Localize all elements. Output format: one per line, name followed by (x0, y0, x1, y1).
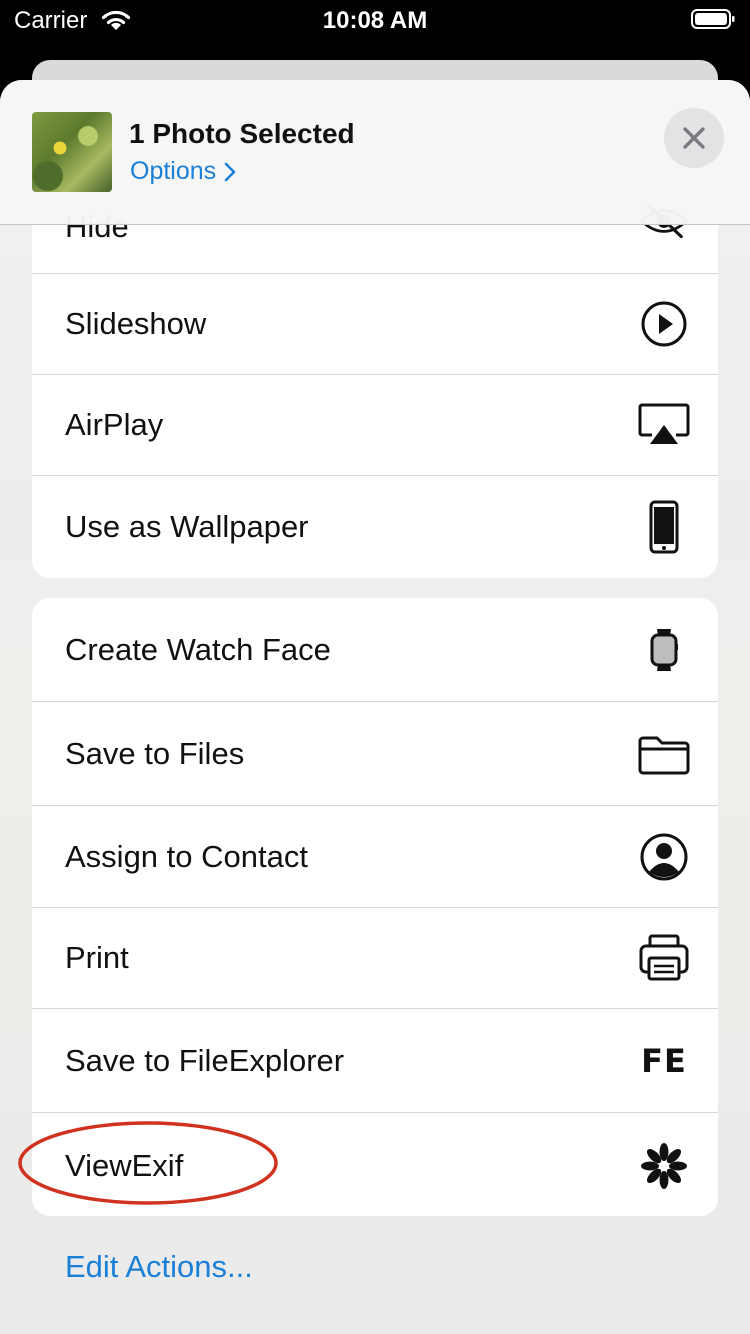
action-label: Print (65, 940, 129, 975)
selection-title: 1 Photo Selected (129, 118, 355, 149)
close-icon (683, 127, 705, 149)
edit-actions-link[interactable]: Edit Actions... (65, 1249, 253, 1285)
action-label: Slideshow (65, 306, 207, 341)
status-time: 10:08 AM (322, 7, 428, 34)
folder-icon (638, 728, 690, 780)
action-label: Create Watch Face (65, 631, 331, 667)
action-label: Assign to Contact (65, 838, 308, 874)
status-bar: Carrier 10:08 AM (0, 0, 750, 42)
asterisk-icon (638, 1140, 690, 1192)
action-print[interactable]: Print (32, 908, 718, 1009)
airplay-icon (638, 399, 690, 451)
iphone-icon (638, 500, 690, 553)
action-save-to-fileexplorer[interactable]: Save to FileExplorer FE (32, 1009, 718, 1113)
action-airplay[interactable]: AirPlay (32, 375, 718, 476)
action-slideshow[interactable]: Slideshow (32, 274, 718, 375)
options-link[interactable]: Options (130, 157, 236, 186)
action-label: AirPlay (65, 407, 164, 442)
applewatch-icon (638, 624, 690, 676)
action-use-as-wallpaper[interactable]: Use as Wallpaper (32, 476, 718, 577)
close-button[interactable] (664, 108, 724, 168)
action-label: Save to FileExplorer (65, 1042, 345, 1078)
action-label: Save to Files (65, 735, 245, 771)
fe-icon-text: FE (641, 1041, 687, 1080)
options-label: Options (130, 157, 217, 185)
battery-icon (691, 9, 735, 29)
action-group-1: Hide Slideshow AirPlay Use as Wallpaper (32, 170, 718, 578)
action-save-to-files[interactable]: Save to Files (32, 702, 718, 806)
action-label: Use as Wallpaper (65, 508, 309, 544)
play-circle-icon (638, 298, 690, 350)
action-group-2: Create Watch Face Save to Files Assign t… (32, 598, 718, 1216)
chevron-right-icon (224, 162, 236, 181)
fe-icon: FE (638, 1035, 690, 1087)
share-sheet-header: 1 Photo Selected Options (0, 80, 750, 225)
action-label: ViewExif (65, 1148, 184, 1183)
action-create-watch-face[interactable]: Create Watch Face (32, 598, 718, 702)
printer-icon (638, 932, 690, 984)
action-viewexif[interactable]: ViewExif (32, 1113, 718, 1216)
action-assign-to-contact[interactable]: Assign to Contact (32, 806, 718, 908)
person-circle-icon (638, 831, 690, 883)
photo-thumbnail (32, 112, 112, 192)
